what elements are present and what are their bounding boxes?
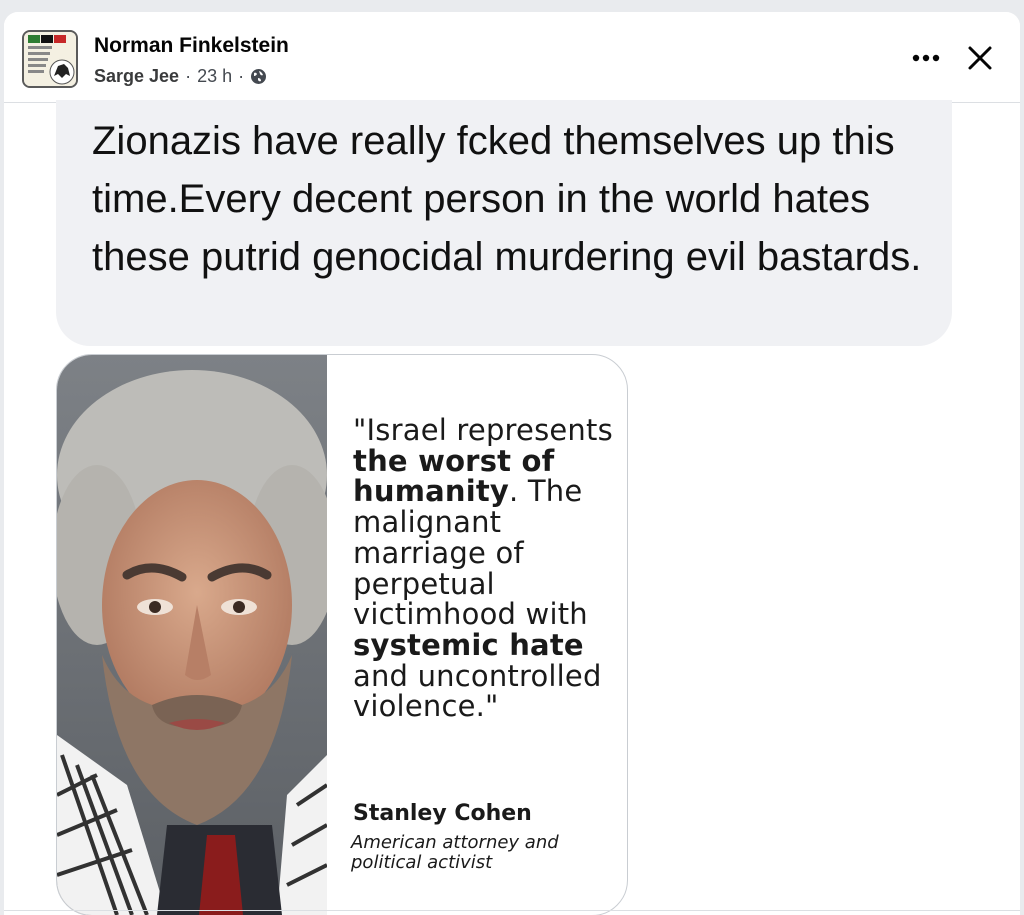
post-header: Norman Finkelstein Sarge Jee · 23 h ·	[4, 12, 1020, 103]
divider	[4, 910, 1020, 911]
speaker-title: American attorney and political activist	[351, 832, 559, 873]
post-meta: Sarge Jee · 23 h ·	[94, 66, 267, 87]
speaker-name: Stanley Cohen	[353, 801, 532, 826]
author-name[interactable]: Sarge Jee	[94, 66, 179, 87]
quote-segment: "Israel represents	[353, 413, 613, 447]
post-text: Zionazis have really fcked themselves up…	[92, 119, 922, 279]
post-text-bubble: Zionazis have really fcked themselves up…	[56, 100, 952, 346]
quote-emphasis: systemic hate	[353, 627, 584, 662]
group-name[interactable]: Norman Finkelstein	[94, 34, 289, 58]
close-icon	[968, 46, 992, 70]
globe-icon	[250, 68, 267, 85]
post-image[interactable]: "Israel represents the worst of humanity…	[56, 354, 628, 915]
quote-text: "Israel represents the worst of humanity…	[353, 415, 613, 722]
portrait-photo	[57, 355, 337, 915]
quote-segment: and uncontrolled violence."	[353, 658, 602, 724]
meta-separator: ·	[185, 66, 192, 86]
post-dialog: Norman Finkelstein Sarge Jee · 23 h · Zi…	[4, 12, 1020, 915]
more-options-button[interactable]	[908, 40, 944, 76]
more-horizontal-icon	[912, 54, 940, 62]
meta-separator: ·	[238, 66, 245, 86]
close-button[interactable]	[960, 38, 1000, 78]
post-time[interactable]: 23 h	[197, 66, 232, 87]
group-avatar[interactable]	[22, 30, 78, 88]
